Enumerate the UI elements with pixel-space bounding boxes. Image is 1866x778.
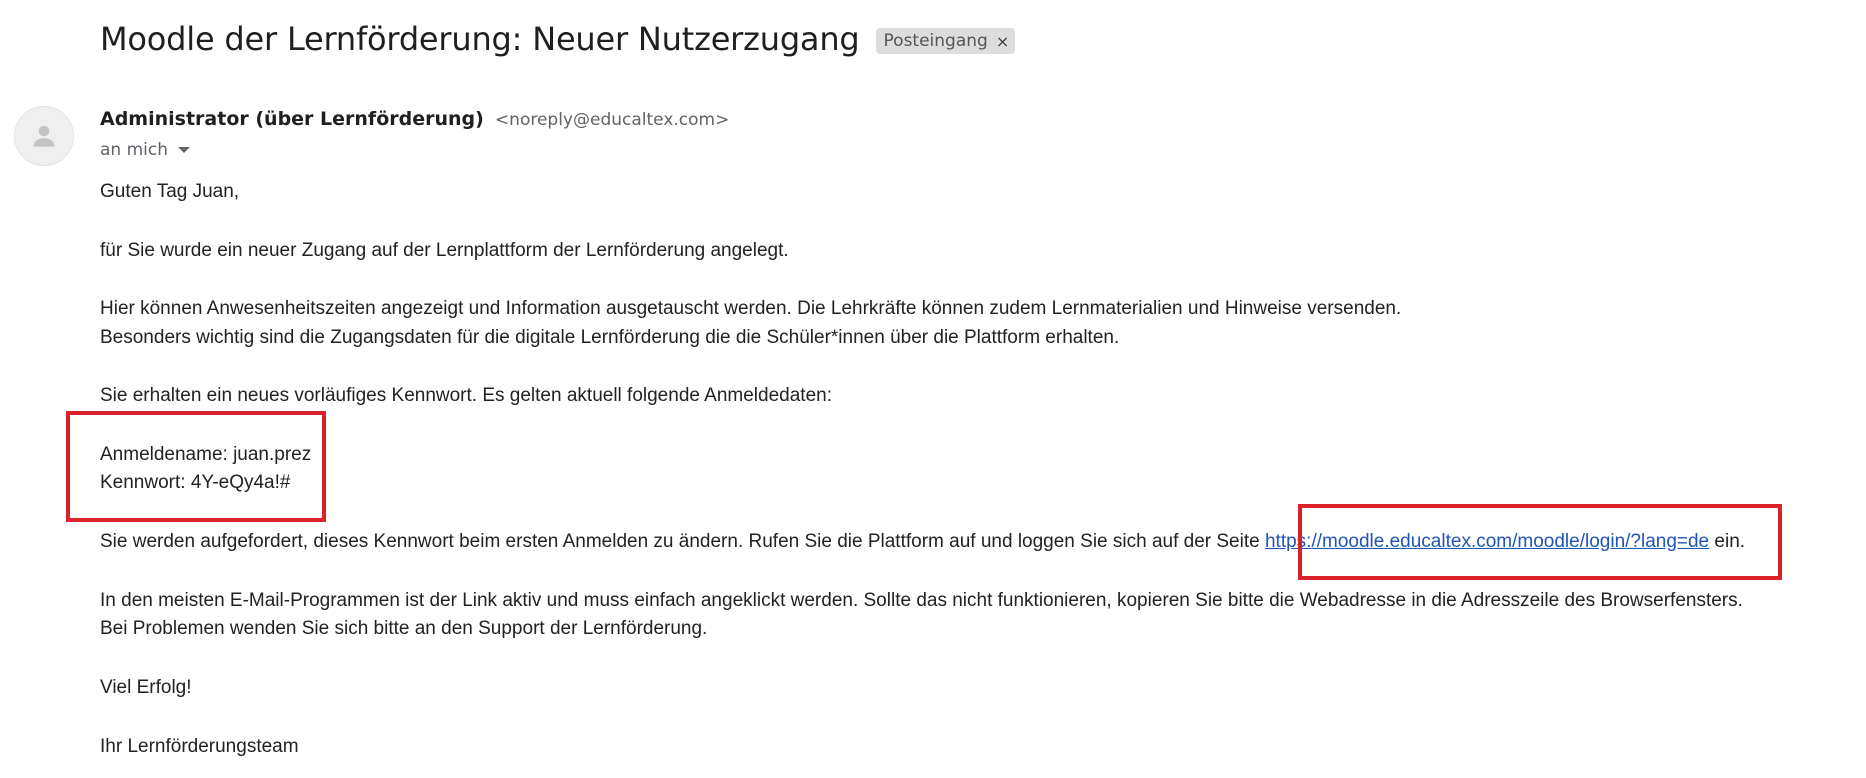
login-link[interactable]: https://moodle.educaltex.com/moodle/logi… (1265, 531, 1709, 552)
avatar (14, 106, 74, 166)
credentials-highlight-box (66, 411, 326, 522)
body-paragraph-2-line-2: Besonders wichtig sind die Zugangsdaten … (100, 327, 1120, 348)
body-closing: Viel Erfolg! (100, 677, 192, 698)
label-chip-inbox[interactable]: Posteingang × (875, 28, 1016, 54)
recipient-row: an mich (100, 140, 190, 160)
sender-email: <noreply@educaltex.com> (494, 110, 730, 130)
body-paragraph-1: für Sie wurde ein neuer Zugang auf der L… (100, 240, 789, 261)
body-paragraph-4-end: ein. (1709, 531, 1746, 552)
recipient-text: an mich (100, 140, 168, 160)
password-line: Kennwort: 4Y-eQy4a!# (100, 472, 291, 493)
body-paragraph-4: Sie werden aufgefordert, dieses Kennwort… (100, 531, 1745, 553)
chevron-down-icon[interactable] (178, 147, 190, 153)
email-subject: Moodle der Lernförderung: Neuer Nutzerzu… (100, 20, 860, 58)
body-signature: Ihr Lernförderungsteam (100, 736, 299, 757)
body-paragraph-3: Sie erhalten ein neues vorläufiges Kennw… (100, 385, 832, 406)
label-chip-text: Posteingang (883, 31, 988, 51)
sender-name[interactable]: Administrator (über Lernförderung) (100, 108, 484, 130)
subject-row: Moodle der Lernförderung: Neuer Nutzerzu… (100, 20, 1016, 58)
username-line: Anmeldename: juan.prez (100, 444, 312, 465)
body-paragraph-2-line-1: Hier können Anwesenheitszeiten angezeigt… (100, 298, 1402, 319)
body-paragraph-5-line-2: Bei Problemen wenden Sie sich bitte an d… (100, 618, 708, 639)
body-paragraph-5-line-1: In den meisten E-Mail-Programmen ist der… (100, 590, 1743, 611)
close-icon[interactable]: × (996, 32, 1009, 51)
person-icon (33, 125, 55, 147)
sender-row: Administrator (über Lernförderung) <nore… (100, 108, 729, 130)
body-greeting: Guten Tag Juan, (100, 181, 240, 202)
body-paragraph-4-text: Sie werden aufgefordert, dieses Kennwort… (100, 531, 1265, 552)
